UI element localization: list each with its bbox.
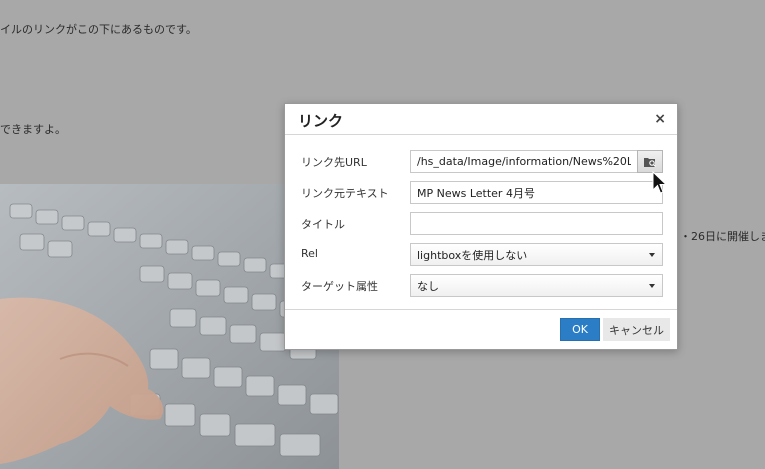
url-row: リンク先URL (285, 150, 677, 173)
target-label: ターゲット属性 (301, 280, 378, 293)
dialog-title: リンク (298, 112, 344, 130)
caret-down-icon (649, 253, 655, 257)
target-row: ターゲット属性 なし (285, 274, 677, 297)
rel-select[interactable]: lightboxを使用しない (410, 243, 663, 266)
ok-button[interactable]: OK (560, 318, 600, 341)
mouse-pointer-icon (652, 171, 668, 194)
target-select[interactable]: なし (410, 274, 663, 297)
rel-selected-value: lightboxを使用しない (417, 248, 528, 262)
caret-down-icon (649, 284, 655, 288)
url-label: リンク先URL (301, 156, 367, 169)
dialog-footer: OK キャンセル (285, 309, 677, 349)
title-label: タイトル (301, 218, 345, 231)
close-button[interactable]: × (654, 111, 666, 127)
background-text-line: イルのリンクがこの下にあるものです。 (0, 23, 197, 36)
rel-row: Rel lightboxを使用しない (285, 243, 677, 266)
folder-search-icon (644, 157, 656, 167)
rel-label: Rel (301, 247, 318, 260)
title-input[interactable] (410, 212, 663, 235)
target-selected-value: なし (417, 279, 439, 293)
title-row: タイトル (285, 212, 677, 235)
link-dialog: リンク × リンク先URL リンク元テキスト タイトル Rel lightbox… (284, 103, 678, 350)
dialog-header: リンク × (285, 104, 677, 135)
text-row: リンク元テキスト (285, 181, 677, 204)
background-text-line: できますよ。 (0, 123, 66, 136)
link-text-input[interactable] (410, 181, 663, 204)
browse-server-button[interactable] (637, 150, 663, 173)
background-text-line: ・26日に開催しま (680, 230, 765, 243)
link-text-label: リンク元テキスト (301, 187, 389, 200)
cancel-button[interactable]: キャンセル (603, 318, 670, 341)
url-input[interactable] (410, 150, 637, 173)
